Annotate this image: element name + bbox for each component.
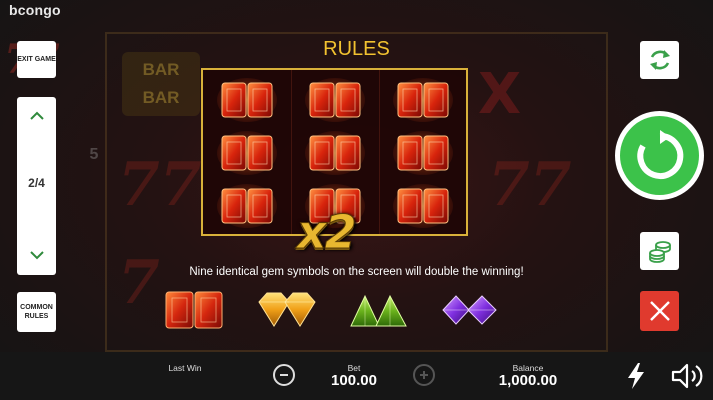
grid-red-gem-icon — [393, 131, 453, 175]
grid-red-gem-icon — [393, 184, 453, 228]
rules-pager: 2/4 — [17, 97, 56, 275]
purple-gem-icon — [440, 288, 502, 332]
orange-gem-icon — [255, 288, 317, 332]
page-up-button[interactable] — [17, 101, 56, 129]
plus-icon — [420, 371, 428, 379]
grid-divider — [379, 70, 380, 234]
coins-icon — [648, 241, 671, 263]
grid-red-gem-icon — [305, 78, 365, 122]
background-x-symbol: X — [478, 62, 522, 127]
balance-value: 1,000.00 — [498, 372, 558, 389]
background-seven-symbol: 77 — [488, 150, 572, 220]
close-icon — [649, 301, 670, 321]
common-rules-label: COMMON RULES — [20, 304, 53, 320]
close-rules-button[interactable] — [640, 291, 679, 331]
minus-icon — [280, 374, 288, 376]
grid-red-gem-icon — [217, 184, 277, 228]
spin-icon — [636, 129, 683, 179]
background-seven-symbol: 7 — [118, 248, 160, 318]
grid-red-gem-icon — [393, 78, 453, 122]
increase-bet-button[interactable] — [413, 364, 435, 386]
bet-settings-button[interactable] — [640, 232, 679, 270]
multiplier-label: x2 — [297, 205, 358, 260]
rules-description: Nine identical gem symbols on the screen… — [189, 266, 524, 278]
background-bar-symbol: BAR BAR — [122, 52, 200, 116]
brand-logo: bcongo — [9, 2, 61, 18]
chevron-down-icon — [29, 250, 44, 259]
turbo-button[interactable] — [624, 362, 648, 390]
lightning-icon — [628, 363, 644, 389]
last-win-label: Last Win — [168, 363, 202, 373]
rules-title: RULES — [323, 38, 390, 60]
page-down-button[interactable] — [17, 241, 56, 269]
decrease-bet-button[interactable] — [273, 364, 295, 386]
grid-red-gem-icon — [305, 131, 365, 175]
page-indicator: 2/4 — [28, 176, 45, 190]
red-gem-icon — [163, 288, 225, 332]
refresh-icon — [649, 50, 670, 70]
grid-red-gem-icon — [217, 78, 277, 122]
chevron-up-icon — [29, 111, 44, 120]
bottom-bar: Last Win Bet 100.00 Balance 1,000.00 — [0, 352, 713, 400]
autoplay-button[interactable] — [640, 41, 679, 79]
spin-button-face — [620, 116, 699, 195]
grid-divider — [291, 70, 292, 234]
background-seven-symbol: 77 — [118, 150, 202, 220]
spin-button[interactable] — [615, 111, 704, 200]
speaker-icon — [671, 363, 703, 389]
background-lines-indicator: 5 — [89, 146, 99, 163]
common-rules-button[interactable]: COMMON RULES — [17, 292, 56, 332]
game-screen: BARBAR X 77 7 77 77 5 bcongo EXIT GAME 2… — [0, 0, 713, 400]
grid-red-gem-icon — [217, 131, 277, 175]
sound-button[interactable] — [670, 361, 708, 391]
green-gem-icon — [348, 288, 410, 332]
bet-value: 100.00 — [331, 372, 377, 389]
